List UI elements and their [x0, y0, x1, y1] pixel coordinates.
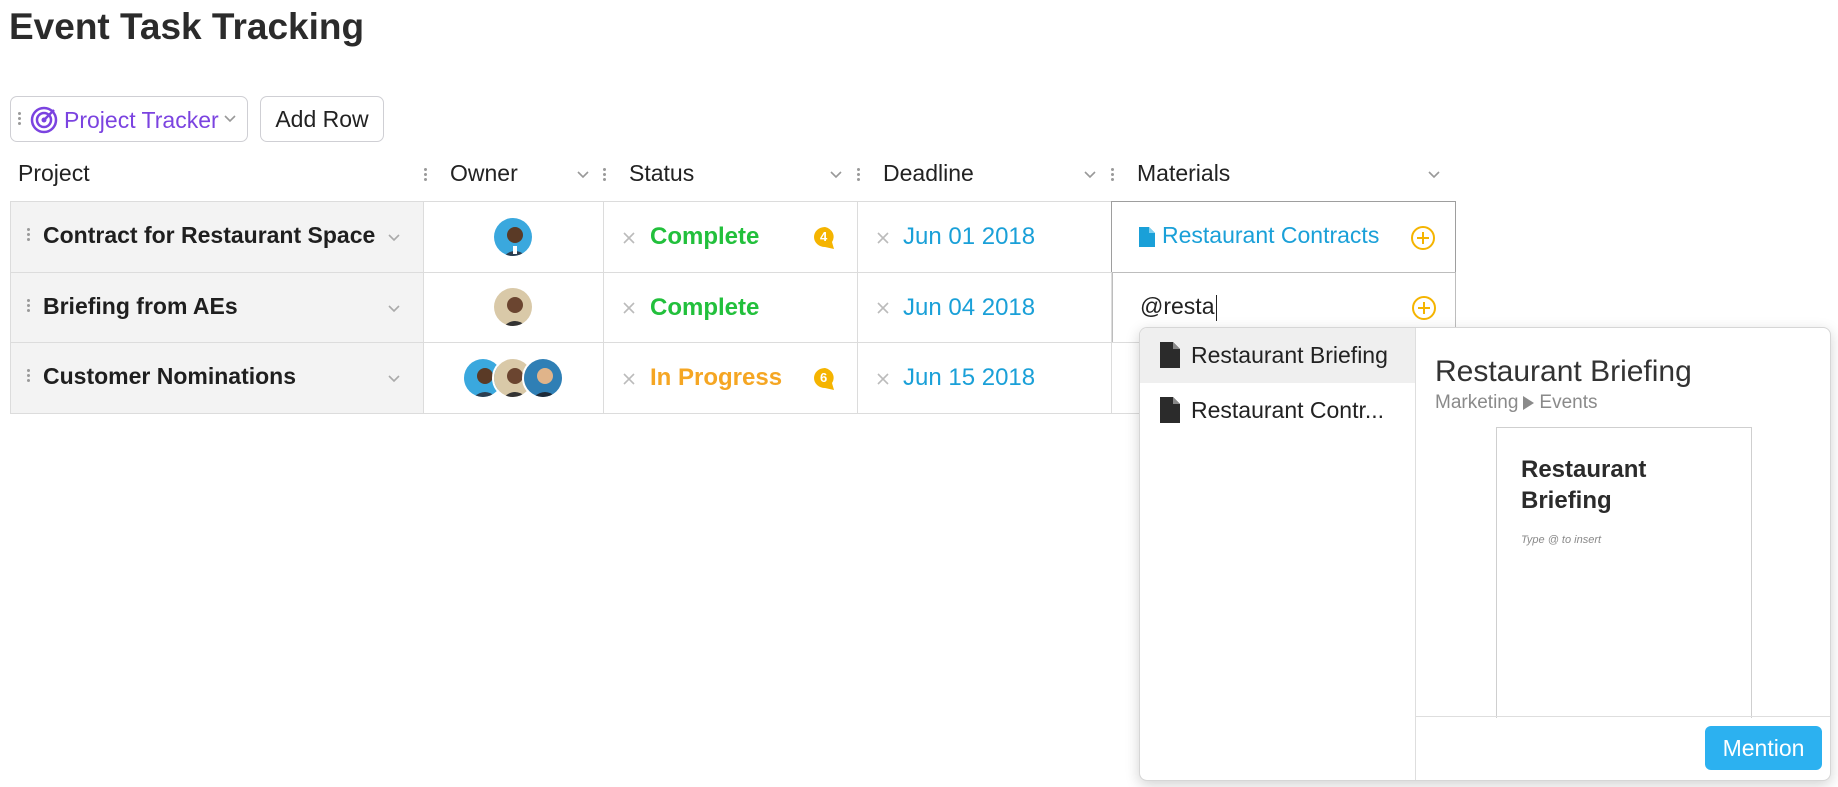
deadline-cell[interactable]: Jun 01 2018: [857, 201, 1112, 273]
project-name: Contract for Restaurant Space: [43, 222, 376, 248]
avatar[interactable]: [522, 357, 564, 399]
deadline-value: Jun 01 2018: [903, 223, 1036, 250]
project-name: Customer Nominations: [43, 363, 297, 389]
mention-popup: Restaurant Briefing Restaurant Contr... …: [1139, 327, 1831, 781]
column-header-label: Status: [629, 160, 695, 186]
breadcrumb-child: Events: [1539, 392, 1598, 413]
column-header-status[interactable]: Status: [629, 160, 849, 190]
target-icon: [30, 106, 58, 134]
suggestion-label: Restaurant Briefing: [1191, 342, 1388, 368]
table-row-project-cell[interactable]: Customer Nominations: [10, 342, 424, 414]
deadline-cell[interactable]: Jun 04 2018: [857, 272, 1112, 343]
mention-button[interactable]: Mention: [1705, 726, 1822, 770]
chevron-down-icon[interactable]: [1427, 168, 1441, 182]
mention-suggestion-item[interactable]: Restaurant Contr...: [1140, 383, 1415, 438]
material-link[interactable]: Restaurant Contracts: [1162, 222, 1379, 249]
breadcrumb-parent: Marketing: [1435, 392, 1519, 413]
file-icon: [1160, 342, 1180, 368]
chevron-down-icon[interactable]: [576, 168, 590, 182]
doc-icon: [1139, 227, 1155, 247]
status-cell[interactable]: In Progress 6: [603, 342, 858, 414]
preview-title: Restaurant Briefing: [1435, 355, 1692, 388]
status-value: Complete: [650, 294, 760, 321]
drag-handle-icon[interactable]: [27, 226, 31, 243]
document-preview: Restaurant Briefing Type @ to insert: [1496, 427, 1752, 718]
clear-icon[interactable]: [876, 372, 890, 386]
materials-cell[interactable]: Restaurant Contracts: [1111, 201, 1456, 273]
popup-footer: Mention: [1415, 716, 1830, 780]
clear-icon[interactable]: [622, 301, 636, 315]
drag-handle-icon[interactable]: [27, 367, 31, 384]
preview-breadcrumb: Marketing Events: [1435, 392, 1598, 414]
owner-cell[interactable]: [423, 201, 604, 273]
deadline-cell[interactable]: Jun 15 2018: [857, 342, 1112, 414]
status-value: In Progress: [650, 364, 783, 391]
column-menu-icon[interactable]: [857, 166, 861, 183]
owner-cell[interactable]: [423, 342, 604, 414]
comment-count: 4: [820, 229, 828, 244]
add-row-button[interactable]: Add Row: [260, 96, 384, 142]
page-title: Event Task Tracking: [9, 6, 365, 47]
file-icon: [1160, 397, 1180, 423]
column-header-label: Project: [18, 160, 90, 186]
chevron-down-icon: [224, 115, 236, 123]
add-circle-icon[interactable]: [1410, 294, 1438, 322]
table-row-project-cell[interactable]: Contract for Restaurant Space: [10, 201, 424, 273]
mention-suggestion-list: Restaurant Briefing Restaurant Contr...: [1140, 328, 1416, 780]
clear-icon[interactable]: [622, 372, 636, 386]
column-menu-icon[interactable]: [1111, 166, 1115, 183]
column-header-label: Owner: [450, 160, 518, 186]
column-header-label: Materials: [1137, 160, 1231, 186]
deadline-value: Jun 04 2018: [903, 294, 1036, 321]
project-name: Briefing from AEs: [43, 293, 238, 319]
column-header-label: Deadline: [883, 160, 974, 186]
column-menu-icon[interactable]: [424, 166, 428, 183]
status-cell[interactable]: Complete: [603, 272, 858, 343]
suggestion-label: Restaurant Contr...: [1191, 397, 1385, 423]
chevron-down-icon[interactable]: [387, 231, 401, 245]
column-header-deadline[interactable]: Deadline: [883, 160, 1103, 190]
column-menu-icon[interactable]: [603, 166, 607, 183]
column-header-materials[interactable]: Materials: [1137, 160, 1457, 190]
project-tracker-dropdown[interactable]: Project Tracker: [10, 96, 248, 142]
drag-handle-icon[interactable]: [27, 297, 31, 314]
table-row-project-cell[interactable]: Briefing from AEs: [10, 272, 424, 343]
clear-icon[interactable]: [876, 231, 890, 245]
chevron-down-icon[interactable]: [1083, 168, 1097, 182]
project-tracker-label: Project Tracker: [64, 107, 219, 133]
owner-cell[interactable]: [423, 272, 604, 343]
deadline-value: Jun 15 2018: [903, 364, 1036, 391]
status-cell[interactable]: Complete 4: [603, 201, 858, 273]
drag-handle-icon: [18, 110, 22, 127]
document-preview-hint: Type @ to insert: [1521, 534, 1602, 546]
breadcrumb-separator-icon: [1523, 395, 1535, 410]
document-preview-title: Restaurant Briefing: [1521, 456, 1647, 514]
mention-suggestion-item[interactable]: Restaurant Briefing: [1140, 328, 1415, 383]
chevron-down-icon[interactable]: [387, 302, 401, 316]
column-header-project[interactable]: Project: [18, 160, 418, 190]
avatar[interactable]: [492, 286, 534, 328]
status-value: Complete: [650, 223, 760, 250]
mention-input-text: @resta: [1140, 293, 1218, 321]
comment-count: 6: [820, 370, 828, 385]
chevron-down-icon[interactable]: [387, 372, 401, 386]
column-header-owner[interactable]: Owner: [450, 160, 600, 190]
chevron-down-icon[interactable]: [829, 168, 843, 182]
clear-icon[interactable]: [876, 301, 890, 315]
clear-icon[interactable]: [622, 231, 636, 245]
avatar[interactable]: [492, 216, 534, 258]
add-circle-icon[interactable]: [1409, 224, 1437, 252]
